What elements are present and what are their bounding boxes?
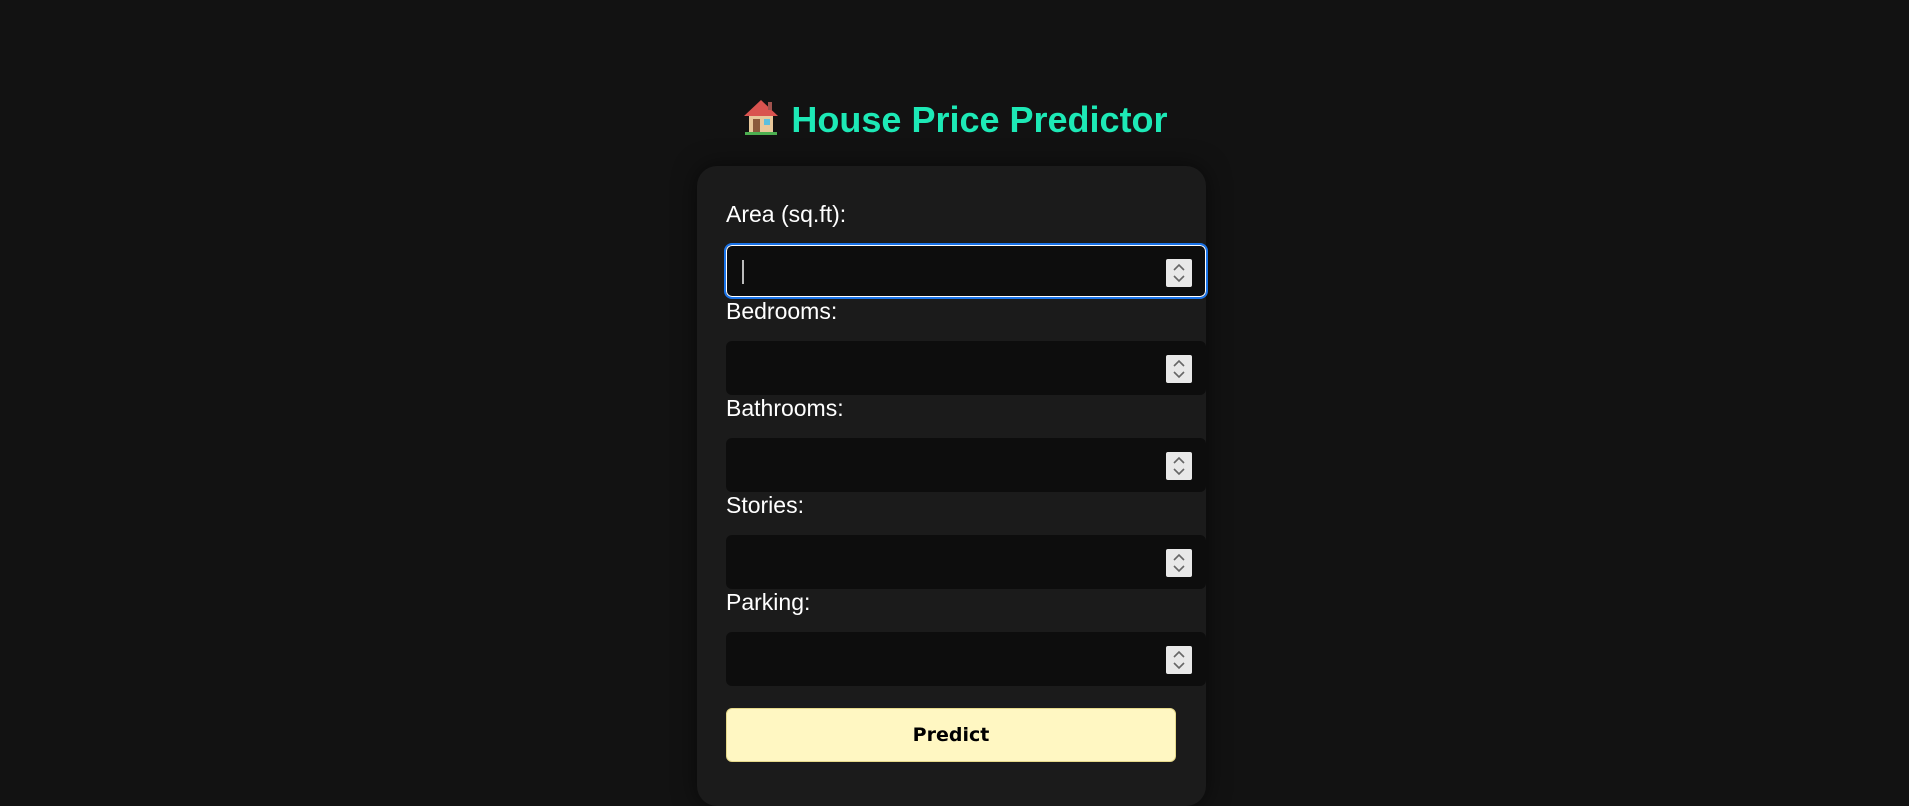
parking-label: Parking: bbox=[726, 589, 811, 615]
bedrooms-spinner-icon[interactable] bbox=[1166, 355, 1192, 383]
bathrooms-input[interactable] bbox=[726, 438, 1206, 492]
stories-input[interactable] bbox=[726, 535, 1206, 589]
stories-label: Stories: bbox=[726, 492, 804, 518]
predict-button[interactable]: Predict bbox=[726, 708, 1176, 762]
bathrooms-spinner-icon[interactable] bbox=[1166, 452, 1192, 480]
area-input[interactable] bbox=[724, 243, 1208, 299]
bedrooms-input[interactable] bbox=[726, 341, 1206, 395]
page-title: House Price Predictor bbox=[0, 96, 1909, 140]
text-caret bbox=[742, 260, 744, 284]
page-title-text: House Price Predictor bbox=[791, 99, 1168, 140]
stories-spinner-icon[interactable] bbox=[1166, 549, 1192, 577]
parking-spinner-icon[interactable] bbox=[1166, 646, 1192, 674]
parking-input[interactable] bbox=[726, 632, 1206, 686]
area-label: Area (sq.ft): bbox=[726, 201, 847, 227]
area-spinner-icon[interactable] bbox=[1166, 259, 1192, 287]
bathrooms-label: Bathrooms: bbox=[726, 395, 844, 421]
house-icon bbox=[744, 100, 779, 135]
bedrooms-label: Bedrooms: bbox=[726, 298, 838, 324]
